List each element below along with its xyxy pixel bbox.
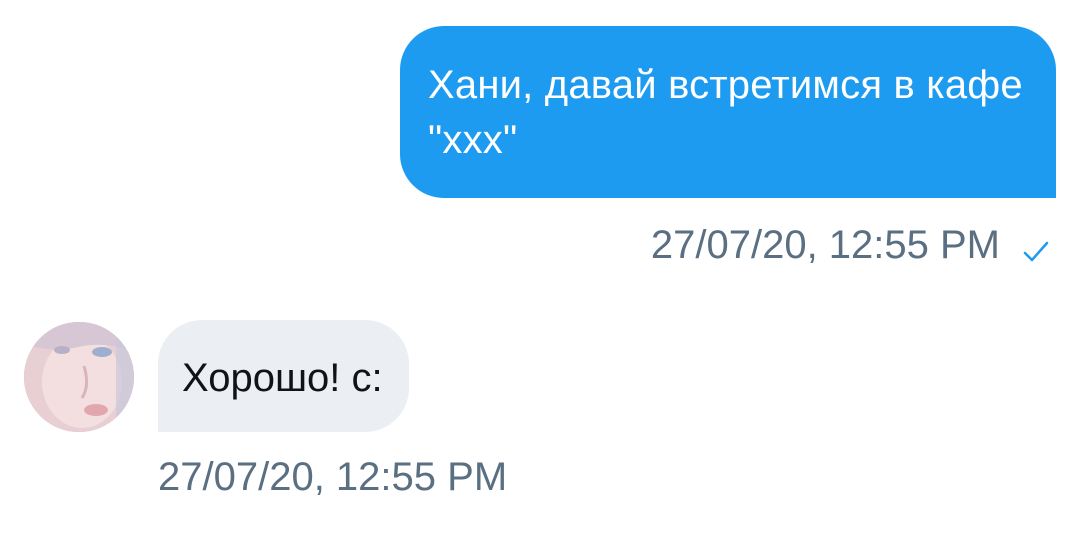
checkmark-icon <box>1022 231 1050 262</box>
incoming-message-bubble[interactable]: Хорошо! с: <box>158 320 409 432</box>
user-avatar[interactable] <box>24 322 134 432</box>
incoming-message-timestamp: 27/07/20, 12:55 PM <box>158 455 508 499</box>
outgoing-message-timestamp: 27/07/20, 12:55 PM <box>650 222 1000 267</box>
chat-thread: Хани, давай встретимся в кафе "ххх" 27/0… <box>0 0 1080 546</box>
outgoing-message-meta: 27/07/20, 12:55 PM <box>651 220 1050 270</box>
outgoing-message-text: Хани, давай встретимся в кафе "ххх" <box>428 63 1023 162</box>
outgoing-message-bubble[interactable]: Хани, давай встретимся в кафе "ххх" <box>400 26 1056 198</box>
incoming-message-text: Хорошо! с: <box>182 356 383 400</box>
